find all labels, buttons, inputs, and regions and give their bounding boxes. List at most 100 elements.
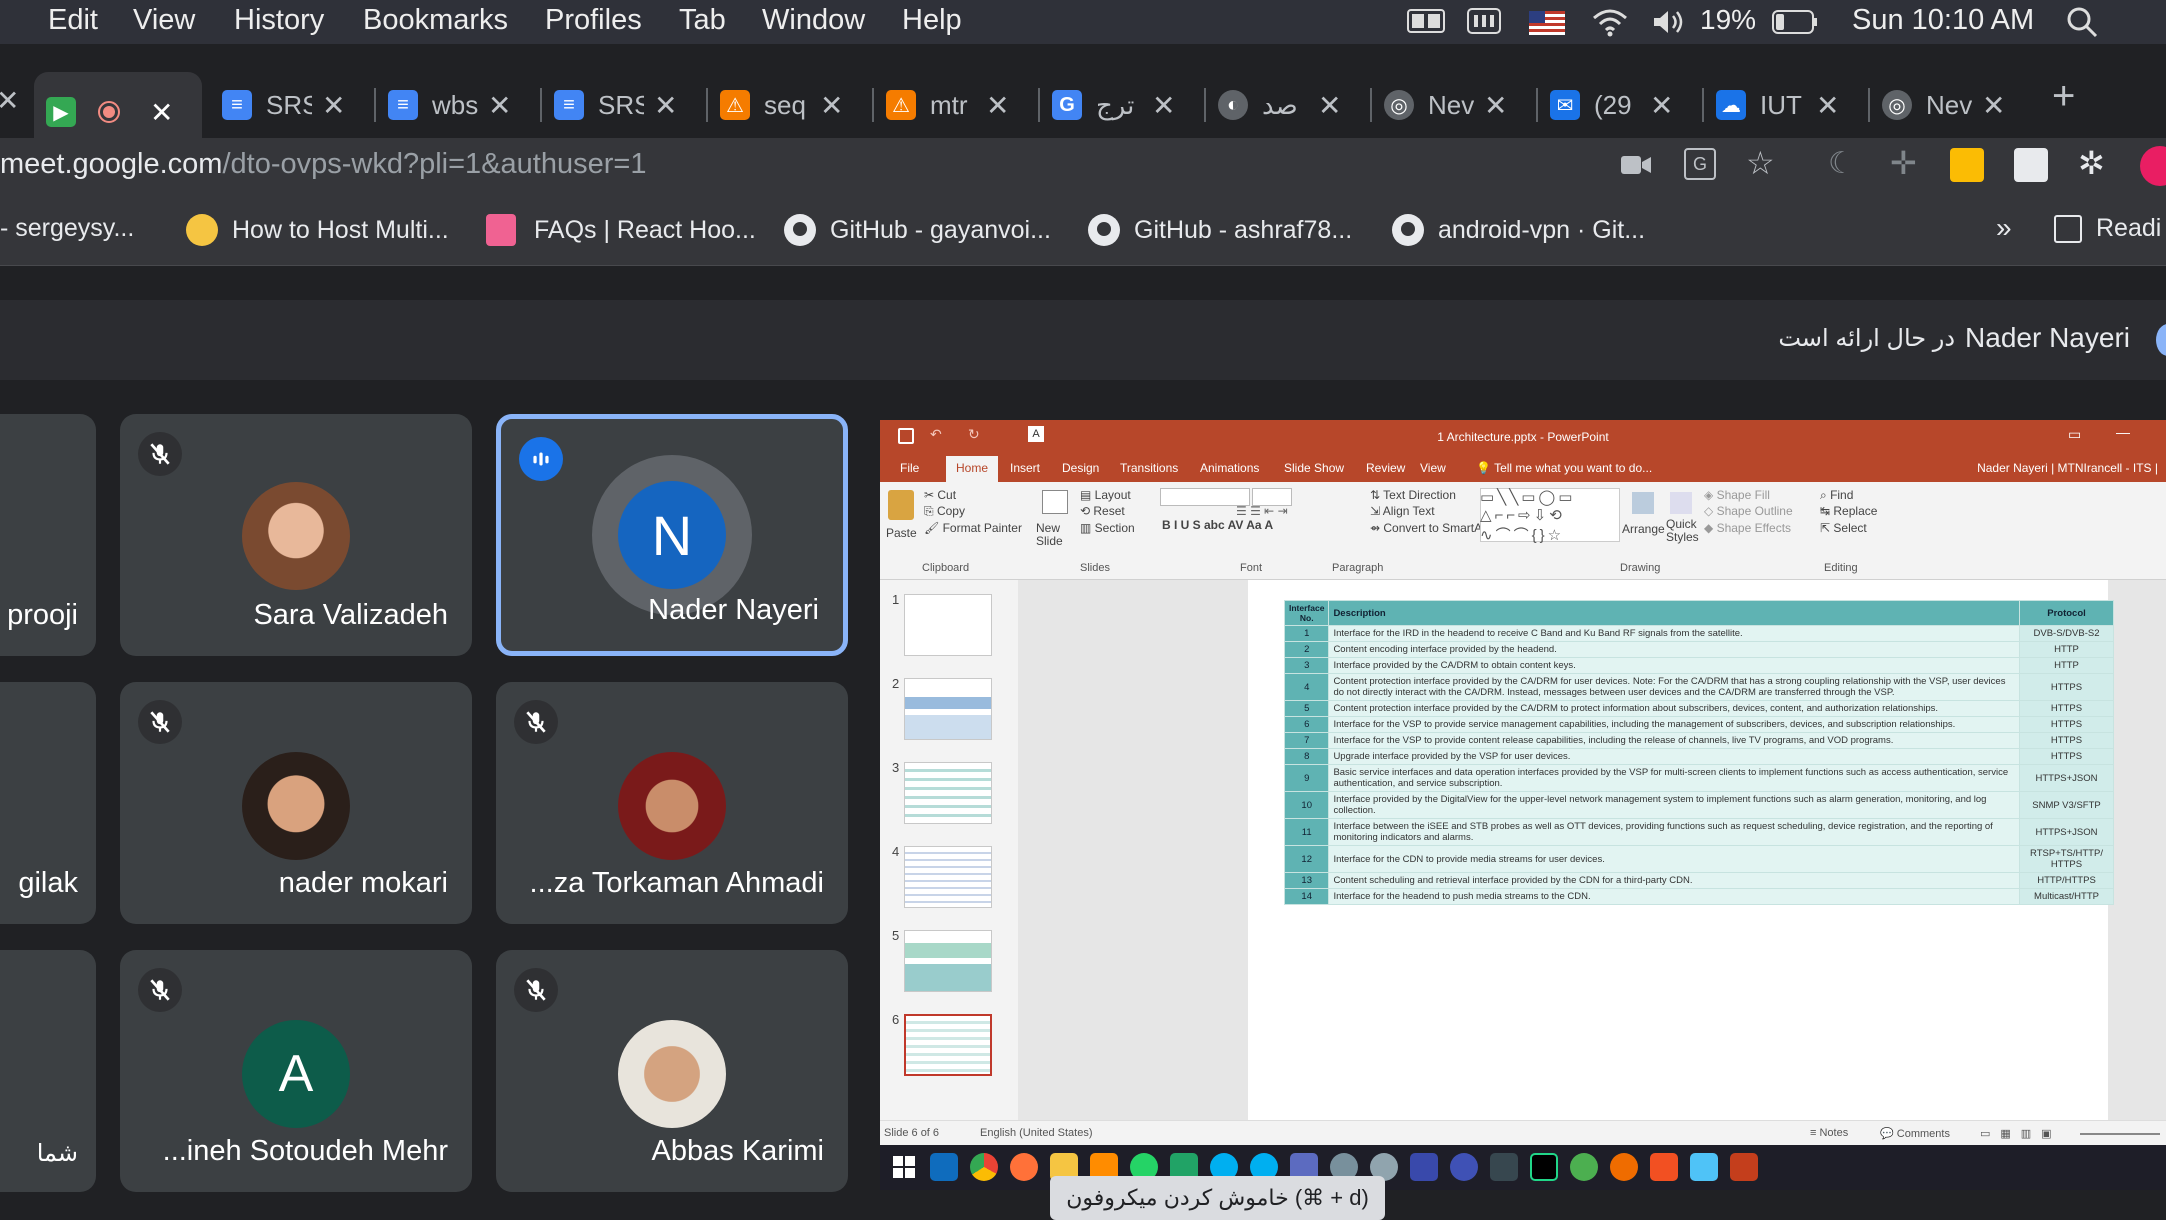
zoom-slider[interactable] [2080,1133,2160,1135]
shape-outline-button[interactable]: ◇ Shape Outline [1704,504,1793,518]
menu-edit[interactable]: Edit [48,4,98,37]
slide-thumbnail[interactable] [904,930,992,992]
translate-icon[interactable]: G [1684,148,1716,180]
refresh-app-icon[interactable] [1570,1153,1598,1181]
bookmark-item[interactable]: GitHub - gayanvoi... [784,214,1051,246]
participant-tile[interactable]: prooji [0,414,96,656]
layout-button[interactable]: ▤ Layout [1080,488,1131,502]
paragraph-list-buttons[interactable]: ☰ ☰ ⇤ ⇥ [1236,504,1288,518]
notes-extension-icon[interactable] [1950,148,1984,182]
cut-button[interactable]: ✂ Cut [924,488,956,502]
participant-tile[interactable]: Abbas Karimi [496,950,848,1192]
menu-history[interactable]: History [234,4,324,37]
find-button[interactable]: ⌕ Find [1820,488,1853,503]
ppt-tab-file[interactable]: File [900,461,919,475]
shape-effects-button[interactable]: ◆ Shape Effects [1704,521,1791,535]
ppt-tab-review[interactable]: Review [1366,461,1405,475]
comments-button[interactable]: 💬 Comments [1880,1127,1950,1140]
ppt-tab-slideshow[interactable]: Slide Show [1284,461,1344,475]
participant-tile[interactable]: ...za Torkaman Ahmadi [496,682,848,924]
ppt-tab-insert[interactable]: Insert [1010,461,1040,475]
snip-tool-icon[interactable] [1690,1153,1718,1181]
slide-thumbnail[interactable] [904,594,992,656]
quick-styles-button[interactable]: Quick Styles [1666,518,1699,544]
ppt-tab-transitions[interactable]: Transitions [1120,461,1178,475]
tab-translate[interactable]: G ترج ✕ [1040,72,1206,138]
ppt-tab-view[interactable]: View [1420,461,1446,475]
tab-close-icon[interactable]: ✕ [654,89,677,122]
slide-thumbnail[interactable] [904,678,992,740]
new-slide-button[interactable]: New Slide [1036,522,1076,548]
tab-iut[interactable]: ☁ IUT ✕ [1704,72,1870,138]
firefox-icon[interactable] [1010,1153,1038,1181]
align-text-button[interactable]: ⇲ Align Text [1370,504,1435,518]
tab-new-tab[interactable]: ◎ Nev ✕ [1372,72,1538,138]
new-slide-icon[interactable] [1042,490,1068,514]
participant-tile-self[interactable]: شما [0,950,96,1192]
tab-close-icon[interactable]: ✕ [820,89,843,122]
tab-close-icon[interactable]: ✕ [1318,89,1341,122]
more-bookmarks-icon[interactable]: » [1996,212,2012,244]
copy-button[interactable]: ⎘ Copy [924,504,965,519]
spotlight-search-icon[interactable] [2066,6,2098,38]
tab-close-icon[interactable]: ✕ [1982,89,2005,122]
outlook-icon[interactable] [930,1153,958,1181]
tab-web[interactable]: ◐ صد ✕ [1206,72,1372,138]
paste-icon[interactable] [888,490,914,520]
minimize-icon[interactable]: — [2116,424,2130,440]
bookmark-item[interactable]: android-vpn · Git... [1392,214,1645,246]
tab-docs-srs[interactable]: ≡ SRS ✕ [210,72,376,138]
windows-start-icon[interactable] [890,1153,918,1181]
us-flag-icon[interactable] [1529,10,1565,35]
participant-tile-active-speaker[interactable]: N Nader Nayeri [496,414,848,656]
tell-me-search[interactable]: 💡 Tell me what you want to do... [1476,461,1652,475]
network-app-icon[interactable] [1410,1153,1438,1181]
notes-button[interactable]: ≡ Notes [1810,1127,1848,1139]
bookmark-item[interactable]: How to Host Multi... [186,214,449,246]
tab-new-tab-2[interactable]: ◎ Nev ✕ [1870,72,2036,138]
new-tab-button[interactable]: + [2052,74,2075,119]
tab-close-icon[interactable]: ✕ [1152,89,1175,122]
tab-close-icon[interactable]: ✕ [0,84,19,117]
reset-button[interactable]: ⟲ Reset [1080,504,1125,518]
wifi-icon[interactable] [1590,6,1630,38]
participant-tile[interactable]: Sara Valizadeh [120,414,472,656]
ppt-tab-home[interactable]: Home [946,456,999,482]
tab-close-icon[interactable]: ✕ [1650,89,1673,122]
profile-avatar[interactable] [2140,146,2166,186]
menu-bookmarks[interactable]: Bookmarks [363,4,508,37]
tab-close-icon[interactable]: ✕ [322,89,345,122]
bookmark-item[interactable]: GitHub - ashraf78... [1088,214,1352,246]
bookmark-star-icon[interactable]: ☆ [1746,144,1775,182]
bookmark-item[interactable]: FAQs | React Hoo... [486,214,756,246]
participant-tile[interactable]: gilak [0,682,96,924]
extension-icon[interactable]: ☾ [1828,146,1855,181]
reading-list[interactable]: Readi [2054,214,2161,243]
tab-close-icon[interactable]: ✕ [150,96,173,129]
replace-button[interactable]: ↹ Replace [1820,504,1877,518]
slide-thumbnail-selected[interactable] [904,1014,992,1076]
tab-diagram-seq[interactable]: ⚠ seq ✕ [708,72,874,138]
camera-icon[interactable] [1620,152,1652,178]
pycharm-icon[interactable] [1530,1153,1558,1181]
format-painter-button[interactable]: 🖌 Format Painter [924,521,1022,535]
vpn-app-icon[interactable] [1450,1153,1478,1181]
ppt-tab-design[interactable]: Design [1062,461,1099,475]
paste-button[interactable]: Paste [886,526,917,540]
current-slide[interactable]: Interface No. Description Protocol 1 Inte… [1248,580,2114,1120]
tab-close-icon[interactable]: ✕ [488,89,511,122]
tab-docs-wbs[interactable]: ≡ wbs ✕ [376,72,542,138]
office-icon[interactable] [1650,1153,1678,1181]
tab-mail[interactable]: ✉ (29 ✕ [1538,72,1704,138]
move-extension-icon[interactable]: ✛ [1890,144,1917,182]
shape-fill-button[interactable]: ◈ Shape Fill [1704,488,1770,502]
quick-styles-icon[interactable] [1670,492,1692,514]
chrome-icon[interactable] [970,1153,998,1181]
address-bar[interactable]: meet.google.com/dto-ovps-wkd?pli=1&authu… [0,138,2166,196]
tab-diagram-mtr[interactable]: ⚠ mtr ✕ [874,72,1040,138]
arrange-icon[interactable] [1632,492,1654,514]
window-manager-icon[interactable] [1406,8,1446,34]
powerpoint-taskbar-icon[interactable] [1730,1153,1758,1181]
tab-close-icon[interactable]: ✕ [1816,89,1839,122]
font-format-buttons[interactable]: B I U S abc AV Aa A [1162,518,1273,532]
